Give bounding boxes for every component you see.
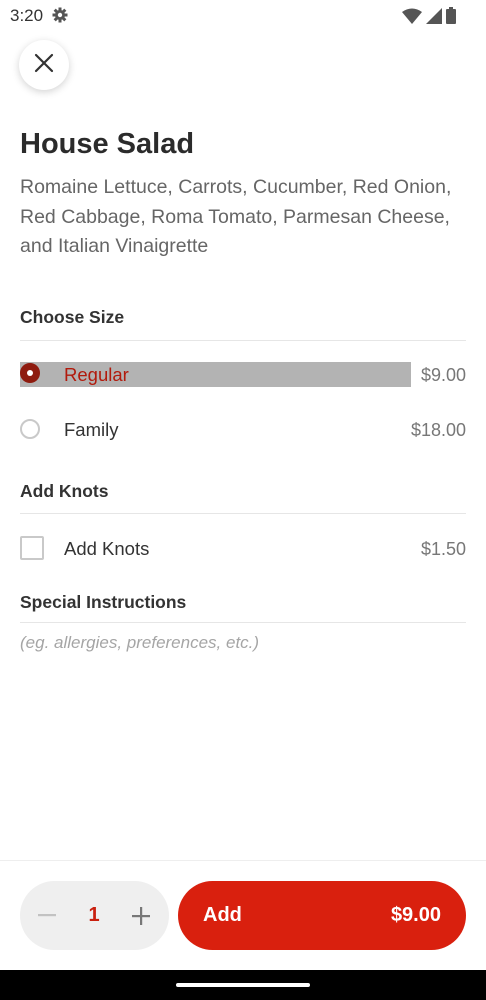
size-option-label: Family <box>64 419 119 440</box>
signal-icon <box>426 7 442 29</box>
quantity-value: 1 <box>88 904 100 926</box>
footer-divider <box>0 860 486 861</box>
size-option-regular[interactable]: Regular $9.00 <box>20 362 466 388</box>
decrement-button[interactable] <box>37 903 57 928</box>
add-button-label: Add <box>203 904 242 926</box>
knots-option[interactable]: Add Knots $1.50 <box>20 536 466 562</box>
item-description: Romaine Lettuce, Carrots, Cucumber, Red … <box>20 176 452 257</box>
size-option-family[interactable]: Family $18.00 <box>20 417 466 443</box>
item-title: House Salad <box>20 128 195 160</box>
plus-icon <box>132 906 150 925</box>
add-to-order-button[interactable]: Add $9.00 <box>178 881 466 950</box>
knots-option-price: $1.50 <box>420 539 466 559</box>
add-button-price: $9.00 <box>390 904 441 926</box>
knots-section-heading: Add Knots <box>20 481 109 501</box>
knots-option-label: Add Knots <box>64 538 150 559</box>
radio-button-selected[interactable] <box>20 363 40 383</box>
home-handle[interactable] <box>176 983 310 987</box>
close-button[interactable] <box>19 40 69 90</box>
divider <box>20 513 466 514</box>
size-option-price: $18.00 <box>410 420 466 440</box>
size-section-heading: Choose Size <box>20 307 125 327</box>
wifi-icon <box>402 8 422 29</box>
checkbox[interactable] <box>20 536 44 560</box>
system-nav-bar <box>0 970 486 1000</box>
radio-button[interactable] <box>20 419 40 439</box>
size-option-label: Regular <box>64 364 129 385</box>
status-bar: 3:20 <box>0 0 486 30</box>
gear-icon <box>52 7 68 28</box>
size-option-price: $9.00 <box>420 365 466 385</box>
instructions-heading: Special Instructions <box>20 592 187 612</box>
battery-icon <box>446 7 456 29</box>
divider <box>20 340 466 341</box>
close-icon <box>34 53 54 78</box>
increment-button[interactable] <box>129 903 153 928</box>
status-time: 3:20 <box>10 6 44 25</box>
special-instructions-input[interactable]: (eg. allergies, preferences, etc.) <box>20 633 259 653</box>
divider <box>20 622 466 623</box>
quantity-stepper: 1 <box>20 881 169 950</box>
minus-icon <box>38 914 56 917</box>
